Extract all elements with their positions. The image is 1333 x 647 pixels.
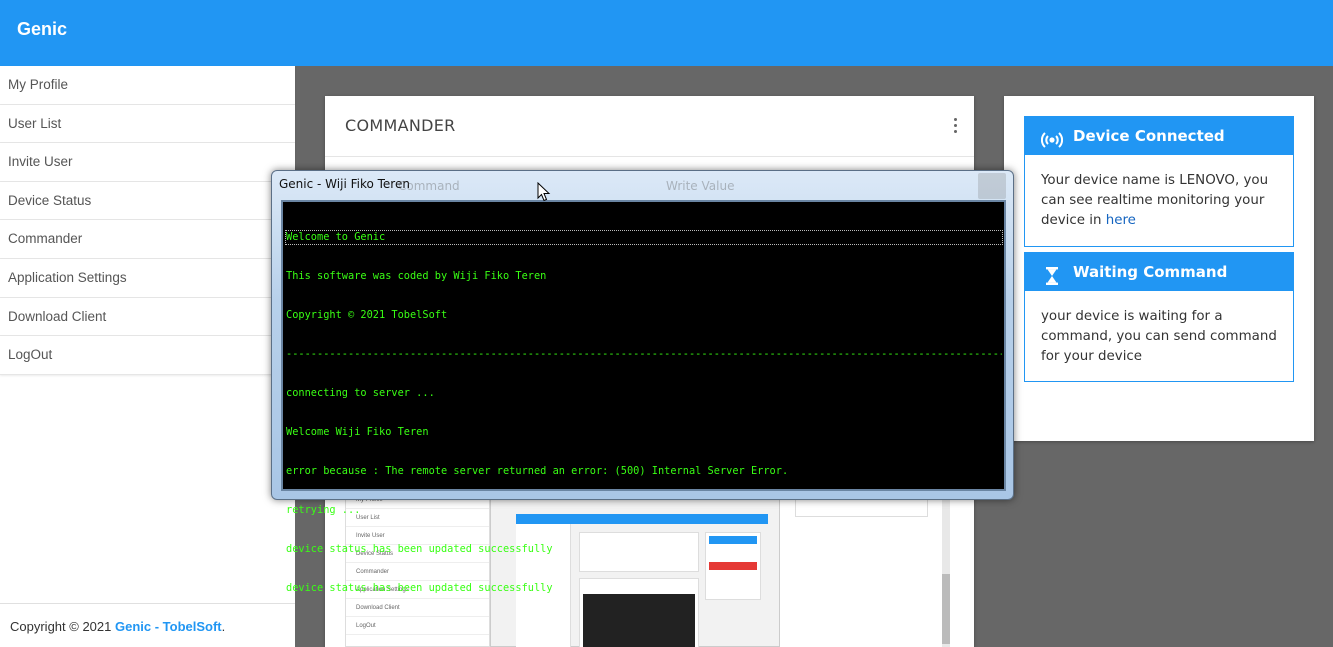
console-separator: ----------------------------------------… <box>286 348 1002 360</box>
waiting-command-box: Waiting Command your device is waiting f… <box>1024 252 1294 382</box>
footer-link[interactable]: Genic - TobelSoft <box>115 619 222 634</box>
divider <box>325 156 974 157</box>
console-output[interactable]: Welcome to Genic This software was coded… <box>281 200 1006 594</box>
ghost-label-command: Command <box>398 179 460 193</box>
top-app-bar: Genic <box>0 0 1333 66</box>
commander-title: COMMANDER <box>345 116 456 135</box>
console-window[interactable]: Genic - Wiji Fiko Teren Command Write Va… <box>271 170 1014 594</box>
sidebar: My Profile User List Invite User Device … <box>0 66 295 647</box>
console-corner <box>978 173 1006 199</box>
console-line: retrying ... <box>286 504 361 516</box>
device-connected-body: Your device name is LENOVO, you can see … <box>1025 155 1293 231</box>
ghost-label-write-value: Write Value <box>666 179 735 193</box>
copyright-text: Copyright © 2021 <box>10 619 115 634</box>
copyright-suffix: . <box>221 619 226 634</box>
sidebar-item-application-settings[interactable]: Application Settings <box>0 258 295 298</box>
brand-title[interactable]: Genic <box>17 19 67 40</box>
device-connected-title: Device Connected <box>1073 127 1225 145</box>
monitoring-link[interactable]: here <box>1106 213 1136 228</box>
console-title: Genic - Wiji Fiko Teren <box>279 177 410 191</box>
console-line: connecting to server ... <box>286 387 435 399</box>
waiting-command-text: your device is waiting for a command, yo… <box>1041 309 1277 364</box>
sidebar-item-my-profile[interactable]: My Profile <box>0 66 295 105</box>
sidebar-footer: Copyright © 2021 Genic - TobelSoft. <box>0 603 295 647</box>
console-line: This software was coded by Wiji Fiko Ter… <box>286 270 547 282</box>
sidebar-item-device-status[interactable]: Device Status <box>0 181 295 221</box>
sidebar-item-download-client[interactable]: Download Client <box>0 297 295 337</box>
sidebar-item-invite-user[interactable]: Invite User <box>0 143 295 182</box>
sidebar-item-logout[interactable]: LogOut <box>0 336 295 375</box>
device-info-card: Device Connected Your device name is LEN… <box>1004 96 1314 441</box>
console-line: Welcome Wiji Fiko Teren <box>286 426 429 438</box>
device-connected-text: Your device name is LENOVO, you can see … <box>1041 173 1269 228</box>
waiting-command-header: Waiting Command <box>1025 253 1293 291</box>
device-connected-header: Device Connected <box>1025 117 1293 155</box>
console-line: error because : The remote server return… <box>286 465 789 477</box>
console-line: Copyright © 2021 TobelSoft <box>286 309 448 321</box>
broadcast-icon <box>1040 126 1064 148</box>
sidebar-item-commander[interactable]: Commander <box>0 220 295 259</box>
waiting-command-body: your device is waiting for a command, yo… <box>1025 291 1293 367</box>
device-connected-box: Device Connected Your device name is LEN… <box>1024 116 1294 247</box>
more-options-icon[interactable] <box>952 118 958 134</box>
sidebar-nav: My Profile User List Invite User Device … <box>0 66 295 375</box>
waiting-command-title: Waiting Command <box>1073 263 1228 281</box>
console-text: Welcome to Genic This software was coded… <box>285 205 1003 621</box>
hourglass-icon <box>1041 262 1063 285</box>
console-line: device status has been updated successfu… <box>286 543 553 555</box>
mouse-cursor-icon <box>537 182 551 202</box>
console-line: device status has been updated successfu… <box>286 582 553 594</box>
console-line: Welcome to Genic <box>285 230 1003 245</box>
sidebar-item-user-list[interactable]: User List <box>0 104 295 144</box>
